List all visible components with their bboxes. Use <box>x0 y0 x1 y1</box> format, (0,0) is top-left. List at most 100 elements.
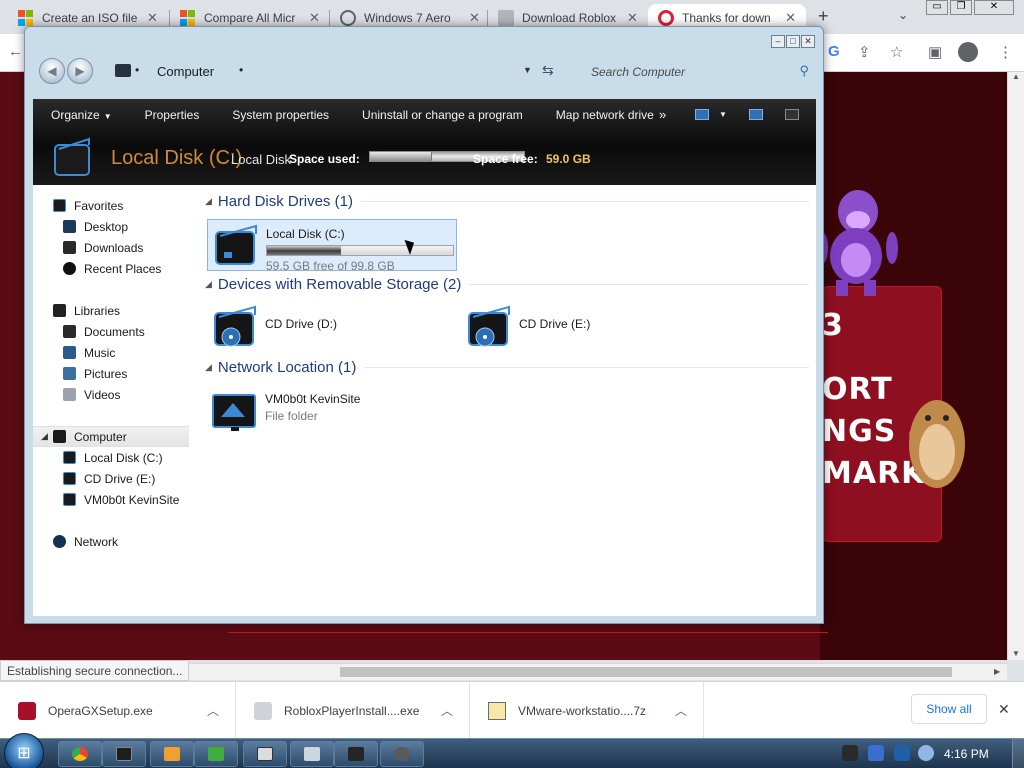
network-icon <box>53 535 66 548</box>
bookmark-star-icon[interactable]: ☆ <box>890 43 903 61</box>
drive-tile-cd-e[interactable]: CD Drive (E:) <box>461 301 681 353</box>
drive-tile-cd-d[interactable]: CD Drive (D:) <box>207 301 427 353</box>
taskbar-roblox-button[interactable] <box>380 741 424 767</box>
chrome-icon <box>72 747 88 761</box>
view-dropdown-icon[interactable]: ▼ <box>719 110 727 119</box>
tray-bluetooth-icon[interactable] <box>868 745 884 761</box>
download-item[interactable]: OperaGXSetup.exe ︿ <box>0 682 236 739</box>
minimize-icon[interactable]: – <box>771 35 785 48</box>
uninstall-program-button[interactable]: Uninstall or change a program <box>344 108 538 122</box>
tab-search-chevron-icon[interactable]: ⌄ <box>898 8 908 22</box>
nav-cd-drive-e[interactable]: CD Drive (E:) <box>33 468 199 489</box>
drive-tile-local-c[interactable]: Local Disk (C:) 59.5 GB free of 99.8 GB <box>207 219 457 273</box>
show-desktop-button[interactable] <box>1012 739 1024 768</box>
group-collapse-icon[interactable]: ◢ <box>205 196 212 207</box>
media-player-icon <box>164 747 180 761</box>
search-box[interactable]: ⚲ <box>581 61 813 83</box>
preview-pane-icon[interactable] <box>749 109 763 120</box>
taskbar-explorer-window-button[interactable] <box>102 741 146 767</box>
network-location-tile[interactable]: VM0b0t KevinSite File folder <box>207 385 427 437</box>
group-hard-disk-drives[interactable]: ◢ Hard Disk Drives (1) <box>205 193 809 210</box>
taskbar-folder-button[interactable] <box>290 741 334 767</box>
nav-videos[interactable]: Videos <box>33 384 199 405</box>
back-arrow-icon[interactable]: ← <box>8 43 23 60</box>
search-icon[interactable]: ⚲ <box>799 63 809 79</box>
profile-avatar-icon[interactable] <box>958 42 978 62</box>
maximize-icon[interactable]: □ <box>786 35 800 48</box>
show-all-button[interactable]: Show all <box>911 694 987 724</box>
search-input[interactable] <box>581 61 813 83</box>
nav-music[interactable]: Music <box>33 342 199 363</box>
restore-icon[interactable]: ❐ <box>950 0 972 15</box>
taskbar-green-app-button[interactable] <box>194 741 238 767</box>
menu-kebab-icon[interactable]: ⋮ <box>998 43 1013 61</box>
nav-network[interactable]: Network <box>33 531 199 552</box>
organize-button[interactable]: Organize ▼ <box>33 108 127 122</box>
scroll-down-icon[interactable]: ▼ <box>1012 649 1020 658</box>
close-tab-icon[interactable]: ✕ <box>785 10 796 26</box>
close-tab-icon[interactable]: ✕ <box>309 10 320 26</box>
group-network-location[interactable]: ◢ Network Location (1) <box>205 359 809 376</box>
group-removable-storage[interactable]: ◢ Devices with Removable Storage (2) <box>205 276 809 293</box>
nav-favorites[interactable]: Favorites <box>33 195 199 216</box>
nav-local-disk-c[interactable]: Local Disk (C:) <box>33 447 199 468</box>
minimize-icon[interactable]: ▭ <box>926 0 948 15</box>
nav-documents[interactable]: Documents <box>33 321 199 342</box>
side-panel-icon[interactable]: ▣ <box>928 43 942 61</box>
scroll-up-icon[interactable]: ▲ <box>1012 72 1020 81</box>
nav-libraries[interactable]: Libraries <box>33 300 199 321</box>
properties-button[interactable]: Properties <box>127 108 215 122</box>
group-collapse-icon[interactable]: ◢ <box>205 279 212 290</box>
back-button[interactable]: ◀ <box>39 58 65 84</box>
close-icon[interactable]: ✕ <box>801 35 815 48</box>
nav-desktop[interactable]: Desktop <box>33 216 199 237</box>
google-icon[interactable]: G <box>828 43 840 60</box>
collapse-triangle-icon[interactable]: ◢ <box>41 431 48 442</box>
address-history-dropdown-icon[interactable]: ▼ <box>523 65 532 75</box>
forward-button[interactable]: ▶ <box>67 58 93 84</box>
vertical-scrollbar[interactable]: ▲ ▼ <box>1007 72 1024 660</box>
breadcrumb-separator-icon[interactable]: • <box>135 63 139 77</box>
share-icon[interactable]: ⇪ <box>858 43 871 61</box>
chevron-up-icon[interactable]: ︿ <box>441 702 453 719</box>
nav-network-folder[interactable]: VM0b0t KevinSite <box>33 489 199 510</box>
taskbar-clock[interactable]: 4:16 PM <box>944 747 989 761</box>
nav-computer[interactable]: ◢ Computer <box>33 426 189 447</box>
cd-drive-icon <box>214 305 256 347</box>
change-view-icon[interactable] <box>695 109 709 120</box>
scroll-thumb[interactable] <box>340 667 952 677</box>
group-collapse-icon[interactable]: ◢ <box>205 362 212 373</box>
taskbar-computer-button[interactable] <box>334 741 378 767</box>
refresh-icon[interactable]: ⇆ <box>542 62 554 79</box>
start-button[interactable]: ⊞ <box>4 733 44 768</box>
tray-network-icon[interactable] <box>894 745 910 761</box>
system-properties-button[interactable]: System properties <box>214 108 344 122</box>
chevron-up-icon[interactable]: ︿ <box>207 702 219 719</box>
taskbar-chrome-button[interactable] <box>58 741 102 767</box>
close-tab-icon[interactable]: ✕ <box>627 10 638 26</box>
nav-downloads[interactable]: Downloads <box>33 237 199 258</box>
help-icon[interactable] <box>785 109 799 120</box>
close-window-icon[interactable]: ✕ <box>974 0 1014 15</box>
chevron-up-icon[interactable]: ︿ <box>675 702 687 719</box>
map-network-drive-button[interactable]: Map network drive <box>538 108 669 122</box>
scroll-right-icon[interactable]: ▶ <box>994 667 1000 676</box>
tray-volume-icon[interactable] <box>918 745 934 761</box>
close-tab-icon[interactable]: ✕ <box>469 10 480 26</box>
nav-pictures[interactable]: Pictures <box>33 363 199 384</box>
tab-title: Thanks for down <box>682 11 771 25</box>
close-shelf-icon[interactable]: ✕ <box>998 701 1010 718</box>
close-tab-icon[interactable]: ✕ <box>147 10 158 26</box>
breadcrumb-computer[interactable]: Computer <box>157 64 214 79</box>
tray-app-icon[interactable] <box>842 745 858 761</box>
new-tab-button[interactable]: + <box>818 6 829 27</box>
breadcrumb-separator-icon[interactable]: • <box>239 63 243 77</box>
download-item[interactable]: VMware-workstatio....7z ︿ <box>470 682 704 739</box>
taskbar-7zip-button[interactable] <box>243 741 287 767</box>
taskbar-media-player-button[interactable] <box>150 741 194 767</box>
nav-recent-places[interactable]: Recent Places <box>33 258 199 279</box>
back-arrow-icon: ◀ <box>47 64 57 78</box>
more-commands-icon[interactable]: » <box>659 107 666 122</box>
nav-label: Music <box>84 345 116 360</box>
download-item[interactable]: RobloxPlayerInstall....exe ︿ <box>236 682 470 739</box>
